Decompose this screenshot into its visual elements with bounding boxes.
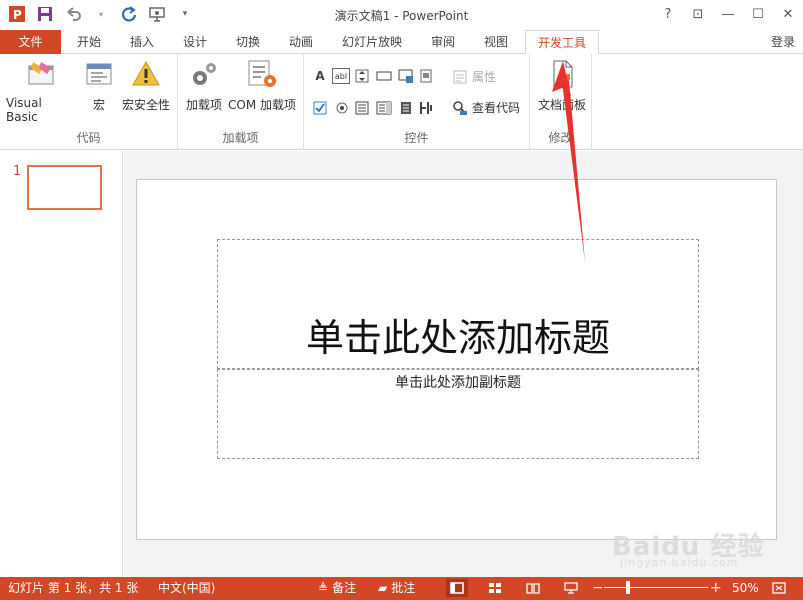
tab-review[interactable]: 审阅 — [420, 30, 466, 54]
group-addins: 加载项 COM 加载项 加载项 — [178, 54, 304, 150]
tab-home[interactable]: 开始 — [66, 30, 112, 54]
notes-button[interactable]: ≜ 备注 — [318, 577, 356, 599]
group-label-modify: 修改 — [548, 131, 573, 145]
tab-insert[interactable]: 插入 — [119, 30, 165, 54]
properties-button[interactable]: 属性 — [452, 68, 496, 85]
tab-design[interactable]: 设计 — [172, 30, 218, 54]
slide-editing-area: 单击此处添加标题 单击此处添加副标题 — [124, 151, 803, 577]
title-bar: P ▾ ▾ 演示文稿1 - PowerPoint ? ⊡ — ☐ ✕ — [0, 0, 803, 30]
ribbon: Visual Basic 宏 宏安全性 代码 加载项 COM 加载项 加载项 A… — [0, 54, 803, 150]
gear-icon — [188, 58, 220, 90]
macro-icon — [83, 58, 115, 90]
tab-animations[interactable]: 动画 — [278, 30, 324, 54]
option-button-icon[interactable] — [334, 100, 350, 116]
addins-button[interactable]: 加载项 — [182, 58, 226, 113]
comments-button[interactable]: ▰ 批注 — [378, 577, 415, 599]
slide-count-status: 幻灯片 第 1 张，共 1 张 — [8, 581, 139, 595]
tab-file[interactable]: 文件 — [0, 30, 61, 54]
group-label-controls: 控件 — [404, 131, 429, 145]
help-button[interactable]: ? — [653, 0, 683, 28]
slide-sorter-icon — [489, 583, 501, 593]
more-controls-icon[interactable] — [418, 100, 434, 116]
tab-developer[interactable]: 开发工具 — [525, 30, 599, 55]
minimize-button[interactable]: — — [713, 0, 743, 28]
watermark-url: jingyan.baidu.com — [620, 556, 739, 569]
com-addins-icon — [246, 58, 278, 90]
fit-window-icon — [772, 582, 786, 594]
reading-view-icon — [526, 583, 540, 594]
maximize-button[interactable]: ☐ — [743, 0, 773, 28]
normal-view-button[interactable] — [446, 579, 468, 597]
normal-view-icon — [450, 582, 464, 594]
language-status[interactable]: 中文(中国) — [158, 577, 215, 599]
close-button[interactable]: ✕ — [773, 0, 803, 28]
com-addins-button[interactable]: COM 加载项 — [226, 58, 298, 113]
document-panel-icon — [546, 58, 578, 90]
title-placeholder[interactable]: 单击此处添加标题 — [217, 239, 699, 369]
ribbon-display-options-button[interactable]: ⊡ — [683, 0, 713, 28]
checkbox-control-icon[interactable] — [312, 100, 328, 116]
toggle-button-icon[interactable] — [398, 100, 414, 116]
tab-transitions[interactable]: 切换 — [225, 30, 271, 54]
textbox-control-icon[interactable]: abl — [332, 68, 350, 84]
tab-view[interactable]: 视图 — [473, 30, 519, 54]
group-label-addins: 加载项 — [222, 131, 259, 145]
image-control-icon[interactable] — [398, 68, 414, 84]
comment-icon: ▰ — [378, 581, 388, 595]
label-control-icon[interactable]: A — [312, 68, 328, 84]
slide-sorter-view-button[interactable] — [484, 579, 506, 597]
visual-basic-icon — [25, 58, 57, 90]
view-code-button[interactable]: 查看代码 — [452, 99, 520, 116]
zoom-slider-thumb[interactable] — [626, 581, 630, 594]
properties-icon — [453, 70, 467, 83]
slideshow-icon — [564, 582, 578, 594]
spin-button-icon[interactable] — [354, 68, 370, 84]
document-panel-button[interactable]: 文档面板 — [534, 58, 590, 113]
zoom-in-button[interactable]: + — [710, 577, 722, 599]
zoom-level[interactable]: 50% — [732, 577, 759, 599]
ribbon-tabs: 文件 开始 插入 设计 切换 动画 幻灯片放映 审阅 视图 开发工具 登录 — [0, 30, 803, 55]
slide-canvas[interactable]: 单击此处添加标题 单击此处添加副标题 — [136, 179, 777, 540]
listbox-control-icon[interactable] — [354, 100, 370, 116]
warning-icon — [130, 58, 162, 90]
fit-to-window-button[interactable] — [768, 579, 790, 597]
slide-thumbnail-pane: 1 — [0, 151, 123, 577]
group-controls: A abl 属性 查看代码 控件 — [304, 54, 530, 150]
zoom-slider-track[interactable] — [604, 587, 708, 588]
scroll-bar-icon[interactable] — [418, 68, 434, 84]
group-label-code: 代码 — [76, 131, 101, 145]
slide-thumbnail[interactable] — [27, 165, 102, 210]
macro-security-button[interactable]: 宏安全性 — [120, 58, 172, 113]
reading-view-button[interactable] — [522, 579, 544, 597]
window-controls: ? ⊡ — ☐ ✕ — [653, 0, 803, 28]
login-link[interactable]: 登录 — [771, 30, 795, 54]
subtitle-placeholder[interactable]: 单击此处添加副标题 — [217, 369, 699, 459]
slide-number: 1 — [13, 164, 22, 179]
zoom-out-button[interactable]: − — [592, 577, 604, 599]
status-bar: 幻灯片 第 1 张，共 1 张 中文(中国) ≜ 备注 ▰ 批注 − + 50% — [0, 577, 803, 600]
notes-icon: ≜ — [318, 581, 329, 595]
baidu-watermark: Baidu 经验 jingyan.baidu.com — [612, 522, 792, 576]
group-code: Visual Basic 宏 宏安全性 代码 — [0, 54, 178, 150]
visual-basic-button[interactable]: Visual Basic — [6, 58, 76, 124]
macro-button[interactable]: 宏 — [82, 58, 116, 113]
command-button-icon[interactable] — [376, 68, 392, 84]
tab-slideshow[interactable]: 幻灯片放映 — [333, 30, 411, 54]
slideshow-view-button[interactable] — [560, 579, 582, 597]
group-modify: 文档面板 修改 — [530, 54, 592, 150]
view-code-icon — [453, 100, 467, 115]
combobox-control-icon[interactable] — [376, 100, 392, 116]
